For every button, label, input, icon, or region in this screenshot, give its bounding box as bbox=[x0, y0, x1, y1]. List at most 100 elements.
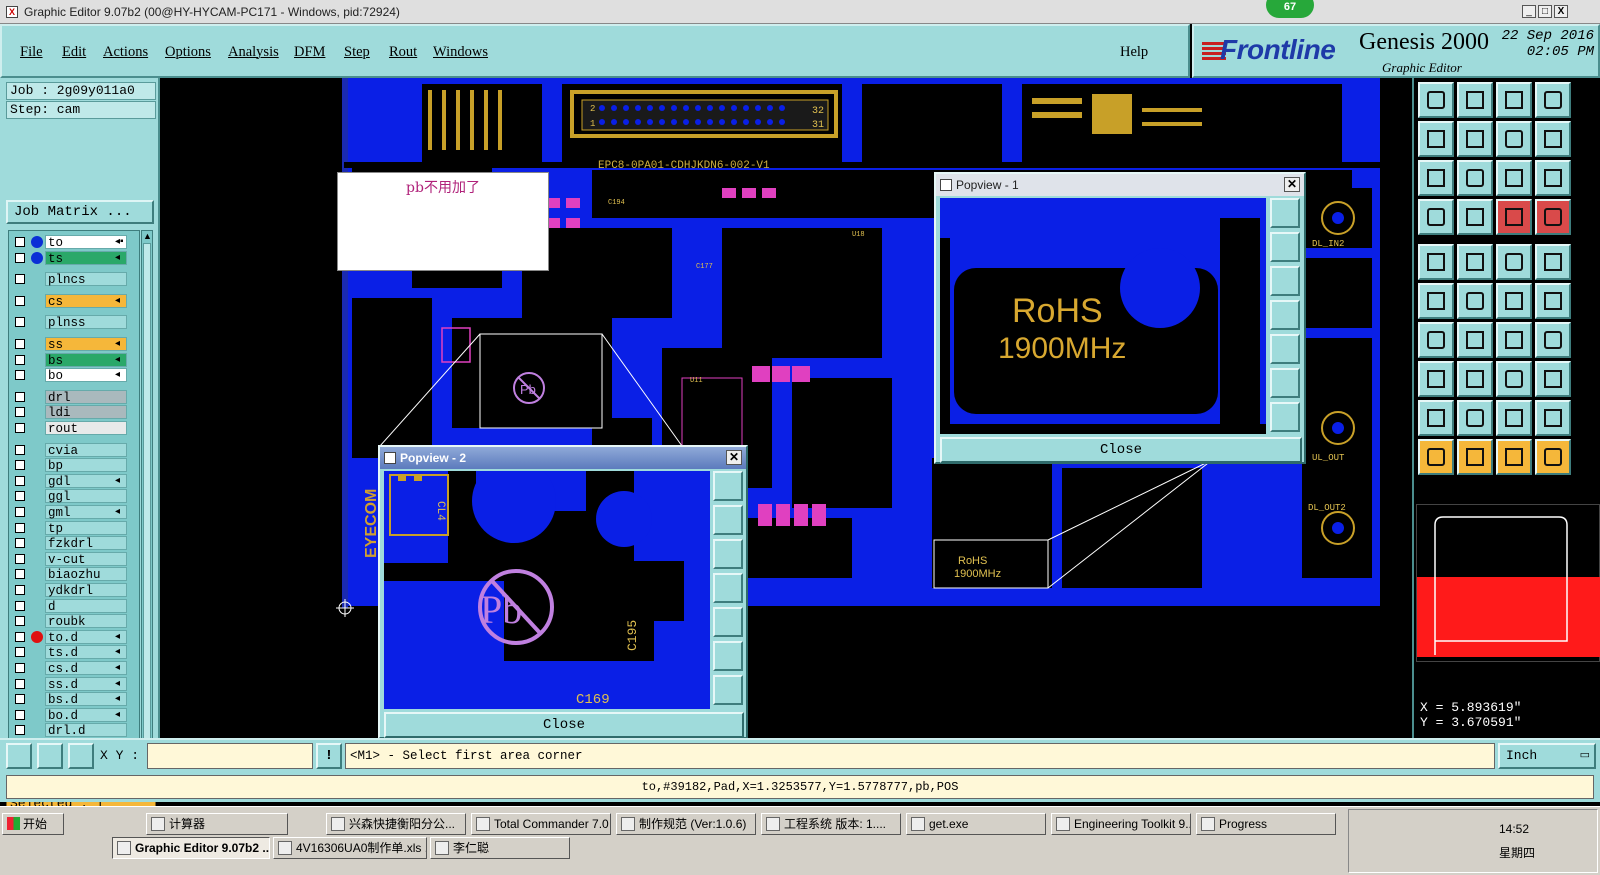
layer-name[interactable]: tp bbox=[45, 520, 127, 536]
layer-checkbox[interactable] bbox=[15, 522, 25, 533]
grid-icon[interactable] bbox=[1457, 199, 1493, 235]
pointer-icon[interactable] bbox=[1418, 439, 1454, 475]
window-icon[interactable] bbox=[1535, 82, 1571, 118]
task-engineering-toolkit[interactable]: Engineering Toolkit 9.... bbox=[1051, 813, 1191, 835]
menu-step[interactable]: Step bbox=[344, 44, 370, 61]
layer-checkbox[interactable] bbox=[15, 647, 25, 658]
layer-name[interactable]: biaozhu bbox=[45, 567, 127, 582]
layer-row[interactable]: roubk bbox=[9, 614, 139, 629]
triangle-icon[interactable] bbox=[1418, 400, 1454, 436]
layer-checkbox[interactable] bbox=[15, 407, 25, 418]
step-in-icon[interactable] bbox=[1418, 121, 1454, 157]
layer-row[interactable]: to ◂▪ bbox=[9, 235, 139, 250]
fit-screen-icon[interactable] bbox=[1270, 368, 1300, 398]
pointer3-icon[interactable] bbox=[1496, 439, 1532, 475]
menu-options[interactable]: Options bbox=[165, 44, 211, 61]
home-icon[interactable] bbox=[1418, 82, 1454, 118]
task-chat[interactable]: 李仁聪 bbox=[430, 837, 570, 859]
layer-checkbox[interactable] bbox=[15, 391, 25, 402]
pan-icon[interactable] bbox=[1457, 160, 1493, 196]
task-total-commander[interactable]: Total Commander 7.0 ... bbox=[471, 813, 611, 835]
arrow2-icon[interactable] bbox=[1535, 283, 1571, 319]
layer-name[interactable]: rout bbox=[45, 421, 127, 436]
layer-checkbox[interactable] bbox=[15, 553, 25, 564]
pointer4-icon[interactable] bbox=[1535, 439, 1571, 475]
layer-checkbox[interactable] bbox=[15, 252, 25, 263]
arrow-icon[interactable] bbox=[1496, 283, 1532, 319]
maximize-button[interactable]: □ bbox=[1538, 5, 1552, 18]
layer-checkbox[interactable] bbox=[15, 444, 25, 455]
menu-analysis[interactable]: Analysis bbox=[228, 44, 279, 61]
layer-row[interactable]: v-cut bbox=[9, 551, 139, 567]
layer-name[interactable]: plnss bbox=[45, 315, 127, 330]
layer-name[interactable]: roubk bbox=[45, 614, 127, 629]
layer-checkbox[interactable] bbox=[15, 423, 25, 433]
measure-icon[interactable] bbox=[37, 743, 63, 769]
popview-1-viewport[interactable]: RoHS 1900MHz bbox=[940, 198, 1266, 434]
zoom-out-icon[interactable] bbox=[713, 675, 743, 705]
layer-row[interactable]: bo ◂ bbox=[9, 368, 139, 383]
pan-up-icon[interactable] bbox=[713, 505, 743, 535]
menu-rout[interactable]: Rout bbox=[389, 44, 417, 61]
flip-icon[interactable] bbox=[1535, 322, 1571, 358]
layer-row[interactable]: bs.d ◂ bbox=[9, 692, 139, 707]
house-icon[interactable] bbox=[1496, 82, 1532, 118]
close-button[interactable]: X bbox=[1554, 5, 1568, 18]
notification-badge[interactable]: 67 bbox=[1266, 0, 1314, 18]
scroll-thumb[interactable] bbox=[143, 243, 151, 753]
task-calculator[interactable]: 计算器 bbox=[146, 813, 288, 835]
task-graphic-editor[interactable]: Graphic Editor 9.07b2 ... bbox=[112, 837, 270, 859]
layer-row[interactable]: gml ◂ bbox=[9, 505, 139, 520]
ruler-icon[interactable] bbox=[1418, 199, 1454, 235]
snap-icon[interactable] bbox=[6, 743, 32, 769]
box-icon[interactable] bbox=[1535, 361, 1571, 397]
pan-right-icon[interactable] bbox=[1270, 334, 1300, 364]
layer-checkbox[interactable] bbox=[15, 507, 25, 517]
task-progress[interactable]: Progress bbox=[1196, 813, 1336, 835]
layer-name[interactable]: ggl bbox=[45, 489, 127, 504]
popview-1-window[interactable]: Popview - 1 ✕ RoHS 1900MHz Close bbox=[934, 172, 1306, 464]
layer-name[interactable]: v-cut bbox=[45, 551, 127, 567]
task-engineering-system[interactable]: 工程系统 版本: 1.... bbox=[761, 813, 901, 835]
layer-row[interactable]: tp bbox=[9, 520, 139, 536]
pan-left-icon[interactable] bbox=[713, 573, 743, 603]
layer-row[interactable]: cs.d ◂ bbox=[9, 661, 139, 676]
triangle3-icon[interactable] bbox=[1496, 400, 1532, 436]
task-get-exe[interactable]: get.exe bbox=[906, 813, 1046, 835]
layer-name[interactable]: d bbox=[45, 598, 127, 614]
layer-row[interactable]: plnss bbox=[9, 315, 139, 330]
layer-name[interactable]: drl bbox=[45, 389, 127, 405]
layer-checkbox[interactable] bbox=[15, 585, 25, 595]
layer-row[interactable]: ss ◂ bbox=[9, 337, 139, 352]
layer-name[interactable]: plncs bbox=[45, 272, 127, 287]
layer-row[interactable]: plncs bbox=[9, 272, 139, 287]
layer-checkbox[interactable] bbox=[15, 709, 25, 720]
snap-icon[interactable] bbox=[1496, 361, 1532, 397]
layer-row[interactable]: cvia bbox=[9, 442, 139, 458]
popview-1-close-button[interactable]: Close bbox=[940, 437, 1302, 463]
layer-row[interactable]: biaozhu bbox=[9, 567, 139, 582]
layer-row[interactable]: bo.d ◂ bbox=[9, 707, 139, 723]
triangle4-icon[interactable] bbox=[1535, 400, 1571, 436]
stack-red-icon[interactable] bbox=[1496, 199, 1532, 235]
layer-checkbox[interactable] bbox=[15, 600, 25, 611]
interrupt-button[interactable]: ! bbox=[316, 743, 342, 769]
layer-checkbox[interactable] bbox=[15, 538, 25, 549]
minus-icon[interactable] bbox=[1457, 361, 1493, 397]
overview-map[interactable] bbox=[1416, 504, 1600, 662]
layer-checkbox[interactable] bbox=[15, 631, 25, 642]
layer-row[interactable]: bp bbox=[9, 458, 139, 473]
layer-checkbox[interactable] bbox=[15, 339, 25, 349]
layer-checkbox[interactable] bbox=[15, 678, 25, 689]
pan-right-icon[interactable] bbox=[713, 607, 743, 637]
layer-row[interactable]: ts ◂ bbox=[9, 250, 139, 266]
layer-name[interactable]: bp bbox=[45, 458, 127, 473]
layer-row[interactable]: ggl bbox=[9, 489, 139, 504]
layer-row[interactable]: d bbox=[9, 598, 139, 614]
layer-checkbox[interactable] bbox=[15, 569, 25, 580]
scale-icon[interactable] bbox=[1496, 160, 1532, 196]
menu-help[interactable]: Help bbox=[1120, 44, 1148, 61]
layer-name[interactable]: ldi bbox=[45, 405, 127, 420]
layer-checkbox[interactable] bbox=[15, 475, 25, 486]
stack-blue-icon[interactable] bbox=[1535, 199, 1571, 235]
